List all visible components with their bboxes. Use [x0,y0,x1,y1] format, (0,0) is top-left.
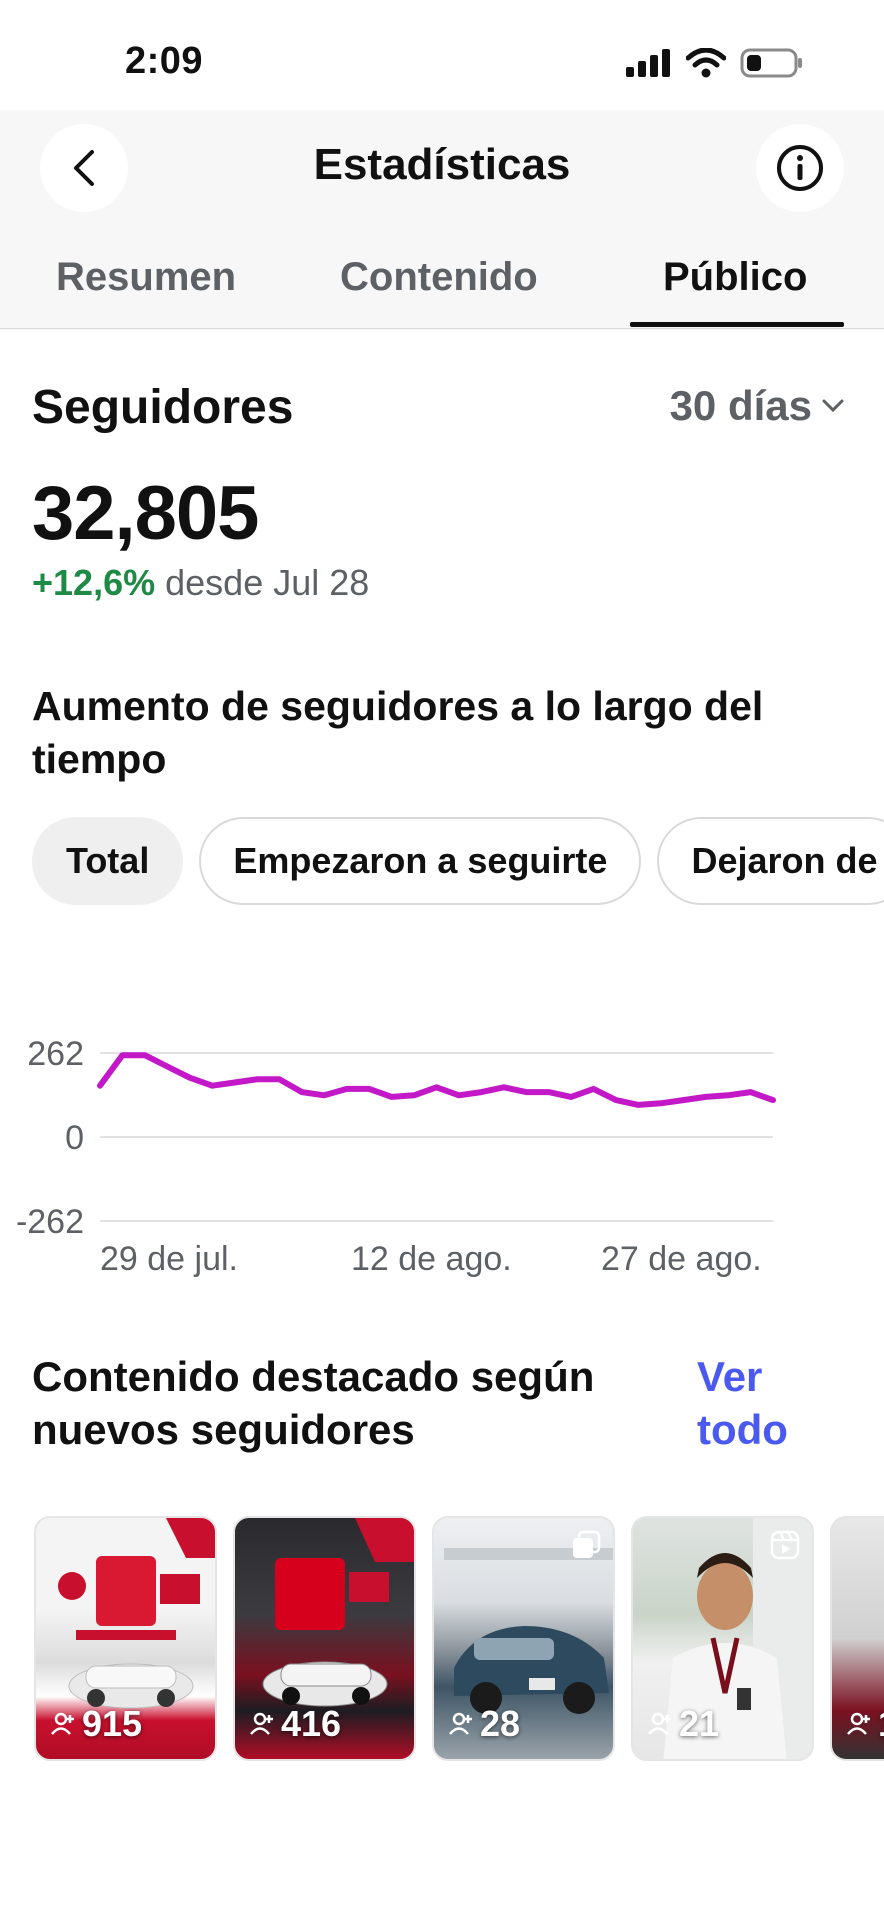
featured-thumbnails: 915 416 28 21 [34,1516,884,1761]
status-time: 2:09 [125,40,204,82]
followers-count: 32,805 [32,471,259,556]
chip-total[interactable]: Total [32,817,184,905]
y-tick-label: 0 [65,1119,84,1157]
tab-resumen[interactable]: Resumen [56,255,236,300]
wifi-icon [686,48,726,78]
filter-chips: Total Empezaron a seguirte Dejaron de [32,817,884,905]
person-add-icon [648,1712,671,1735]
thumb-count: 416 [249,1703,341,1745]
change-percent: +12,6% [32,562,156,603]
featured-title: Contenido destacado según nuevos seguido… [32,1353,595,1453]
thumb-count: 28 [448,1703,520,1745]
followers-line-chart: 262 0 -262 29 de jul. 12 de ago. 27 de ago. [16,1035,776,1278]
chevron-down-icon [822,399,844,413]
carousel-icon [573,1530,601,1558]
info-icon [777,145,823,191]
y-tick-label: 262 [27,1035,84,1073]
thumb-count: 915 [50,1703,142,1745]
followers-series-line [97,1052,776,1108]
thumb-count: 21 [647,1703,719,1745]
person-add-icon [250,1712,273,1735]
thumb-count: 1 [846,1703,884,1745]
featured-item[interactable]: 21 [631,1516,814,1761]
x-tick-label: 27 de ago. [601,1240,762,1278]
featured-item[interactable]: 915 [34,1516,217,1761]
thumb-count-value: 1 [878,1703,884,1745]
period-selector[interactable]: 30 días [670,382,844,430]
y-tick-label: -262 [16,1203,84,1241]
period-label: 30 días [669,382,812,429]
x-tick-label: 29 de jul. [100,1240,238,1278]
thumb-count-value: 915 [82,1703,143,1744]
chip-unfollowed[interactable]: Dejaron de [657,817,884,905]
chip-started-following[interactable]: Empezaron a seguirte [199,817,642,905]
growth-title: Aumento de seguidores a lo largo del tie… [32,683,764,782]
tab-divider [0,328,884,329]
battery-icon [740,48,802,78]
change-since: desde Jul 28 [165,562,370,603]
thumb-count-value: 28 [480,1703,521,1744]
followers-heading: Seguidores [32,381,294,434]
featured-item[interactable]: 28 [432,1516,615,1761]
info-button[interactable] [756,124,844,212]
reel-icon [770,1530,800,1560]
see-all-link[interactable]: Ver todo [697,1350,817,1456]
person-add-icon [449,1712,472,1735]
thumb-count-value: 416 [281,1703,342,1744]
tab-contenido[interactable]: Contenido [340,255,538,300]
tab-publico[interactable]: Público [663,255,807,300]
thumb-count-value: 21 [679,1703,720,1744]
followers-change: +12,6% desde Jul 28 [32,562,369,604]
signal-icon [626,49,670,77]
active-tab-indicator [630,322,844,327]
status-icons [626,48,804,78]
featured-item[interactable]: 1 [830,1516,884,1761]
x-tick-label: 12 de ago. [351,1240,512,1278]
person-add-icon [51,1712,74,1735]
featured-item[interactable]: 416 [233,1516,416,1761]
page-title: Estadísticas [313,140,571,189]
person-add-icon [847,1712,870,1735]
